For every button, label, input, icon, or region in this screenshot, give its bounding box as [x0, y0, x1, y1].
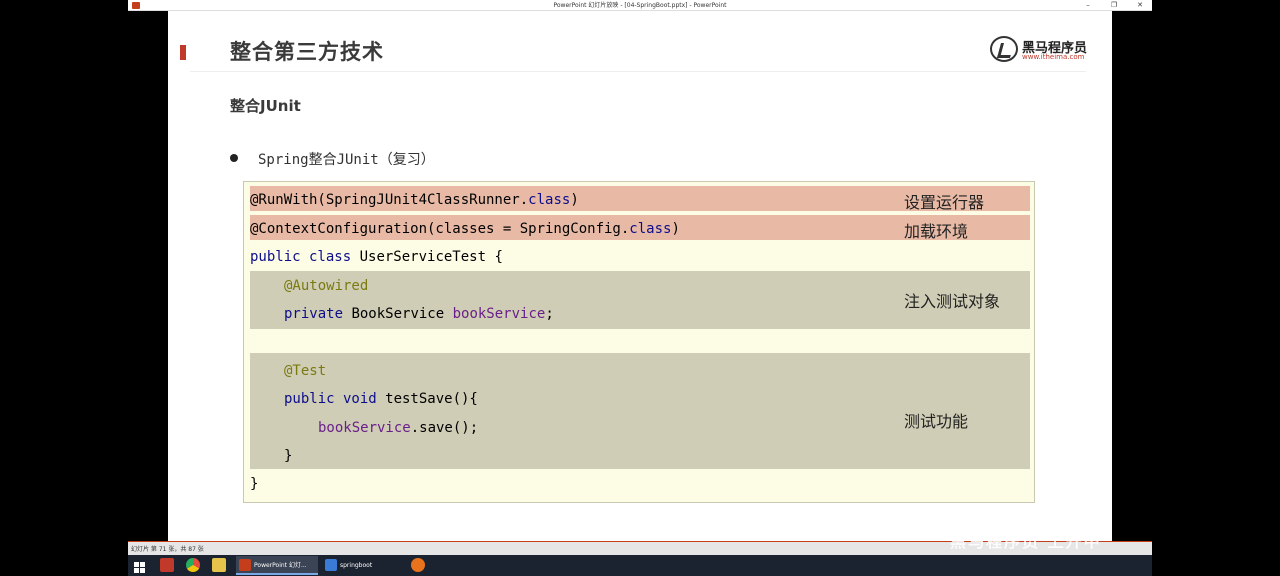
taskbar-powerpoint-label: PowerPoint 幻灯...: [254, 562, 307, 569]
note-inject: 注入测试对象: [904, 292, 1001, 311]
code-line-autowired: @Autowired: [284, 278, 369, 294]
code-line-class-close: }: [250, 476, 259, 492]
taskbar: PowerPoint 幻灯... springboot: [128, 555, 1152, 576]
window-titlebar: PowerPoint 幻灯片放映 - [04-SpringBoot.pptx] …: [128, 0, 1152, 11]
window-title: PowerPoint 幻灯片放映 - [04-SpringBoot.pptx] …: [553, 2, 727, 9]
code-line-method: public void testSave(){: [284, 391, 478, 407]
taskbar-springboot[interactable]: springboot: [322, 556, 394, 575]
title-accent-bar: [180, 45, 186, 60]
powerpoint-task-icon: [239, 559, 251, 571]
start-icon[interactable]: [134, 559, 146, 573]
section-heading: 整合JUnit: [230, 97, 301, 115]
code-line-context: @ContextConfiguration(classes = SpringCo…: [250, 221, 680, 237]
bullet-text: Spring整合JUnit（复习）: [258, 152, 435, 168]
code-line-method-close: }: [284, 448, 293, 464]
slide-counter: 幻灯片 第 71 张，共 87 张: [131, 546, 204, 553]
bullet-icon: [230, 154, 238, 162]
screen: PowerPoint 幻灯片放映 - [04-SpringBoot.pptx] …: [0, 0, 1280, 576]
file-explorer-icon[interactable]: [212, 558, 226, 572]
itheima-logo: 黑马程序员 www.itheima.com: [990, 34, 1090, 64]
recorder-icon[interactable]: [411, 558, 425, 572]
note-test: 测试功能: [904, 412, 969, 431]
code-line-field: private BookService bookService;: [284, 306, 554, 322]
slide: 整合第三方技术 黑马程序员 www.itheima.com 整合JUnit Sp…: [168, 11, 1112, 541]
code-line-test-annotation: @Test: [284, 363, 327, 379]
watermark: 黑马程序员 上升中: [950, 532, 1102, 551]
header-divider: [190, 71, 1086, 72]
minimize-button[interactable]: –: [1076, 0, 1100, 11]
slide-title: 整合第三方技术: [230, 40, 384, 64]
code-line-call: bookService.save();: [318, 420, 479, 436]
chrome-icon[interactable]: [186, 558, 200, 572]
note-runner: 设置运行器: [904, 193, 985, 212]
logo-url: www.itheima.com: [1022, 53, 1085, 61]
code-line-runwith: @RunWith(SpringJUnit4ClassRunner.class): [250, 192, 579, 208]
close-button[interactable]: ✕: [1128, 0, 1152, 11]
code-line-class: public class UserServiceTest {: [250, 249, 503, 265]
app-icon[interactable]: [160, 558, 174, 572]
note-config: 加载环境: [904, 222, 969, 241]
intellij-icon: [325, 559, 337, 571]
code-panel: @RunWith(SpringJUnit4ClassRunner.class) …: [243, 181, 1035, 503]
taskbar-springboot-label: springboot: [340, 562, 373, 569]
restore-button[interactable]: ❐: [1102, 0, 1126, 11]
taskbar-powerpoint[interactable]: PowerPoint 幻灯...: [236, 556, 318, 575]
horse-logo-icon: [990, 36, 1018, 62]
